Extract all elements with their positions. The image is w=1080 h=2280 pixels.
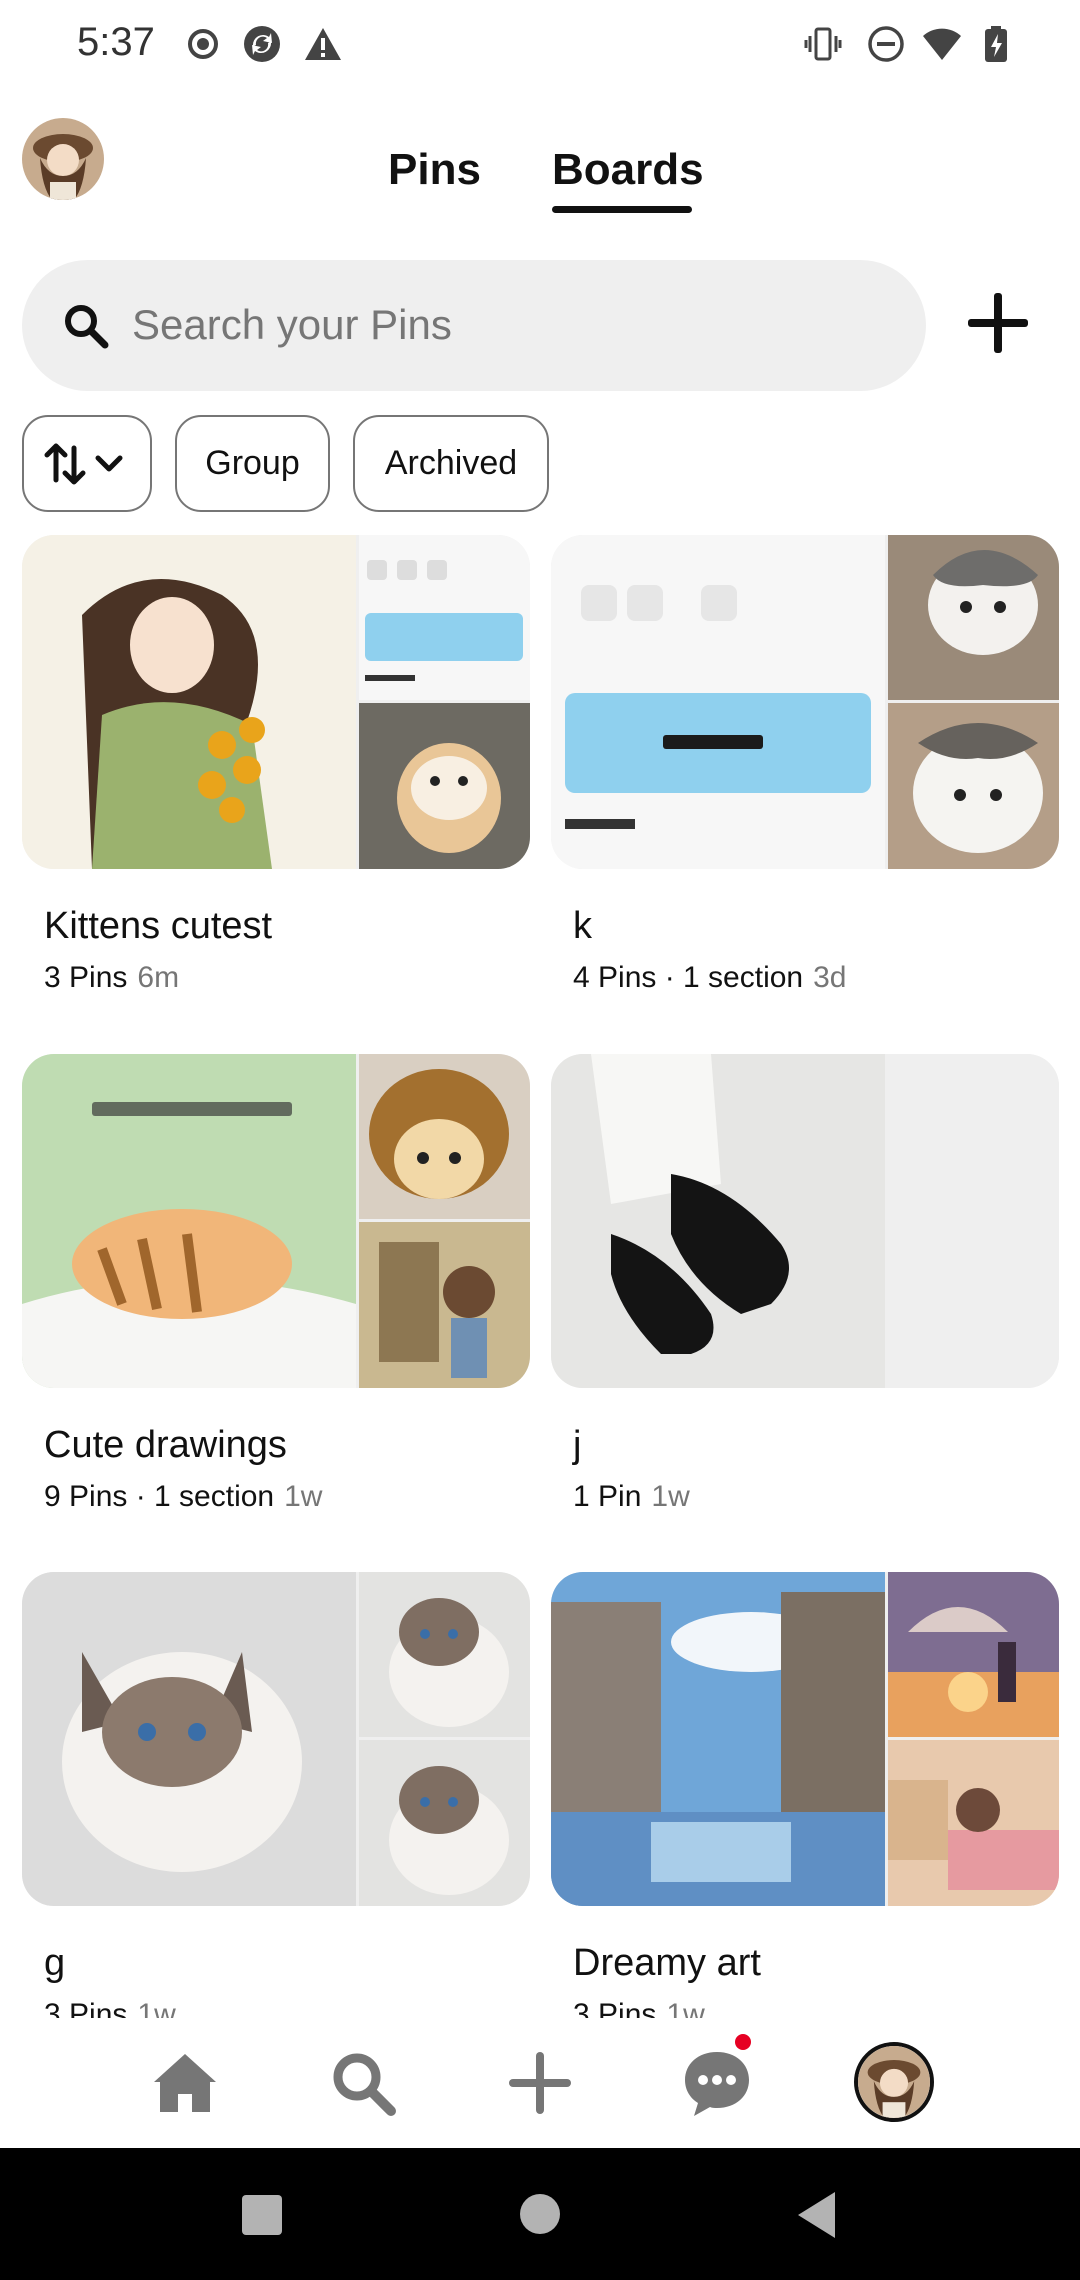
board-age: 6m [137,961,180,994]
battery-icon [985,26,1007,62]
board-pin-count: 3 Pins [44,961,128,994]
bottom-navigation [0,2018,1080,2148]
board-pin-count: 9 Pins · 1 section [44,1480,275,1513]
board-cover [551,1572,1059,1906]
sort-button[interactable] [22,415,152,512]
search-bar[interactable] [22,260,926,391]
profile-avatar[interactable] [22,118,104,200]
board-pin-count: 3 Pins [573,1998,657,2018]
status-time: 5:37 [77,20,155,64]
pin-image [551,1054,885,1388]
board-pin-count: 1 Pin [573,1480,642,1513]
recents-icon[interactable] [240,2193,284,2237]
board-meta: 9 Pins · 1 section 1w [44,1480,322,1514]
search-icon [65,305,109,349]
board-cover [551,535,1059,869]
warning-icon [305,28,341,60]
board-title: Dreamy art [573,1942,761,1984]
pin-image [359,703,530,869]
board-meta: 1 Pin 1w [573,1480,690,1514]
board-cover [22,1054,530,1388]
empty-pin-slot [888,1222,1059,1388]
board-age: 1w [137,1998,176,2018]
board-meta: 3 Pins 1w [573,1998,705,2018]
wifi-icon [923,28,961,60]
search-icon[interactable] [328,2048,398,2118]
board-card[interactable]: k 4 Pins · 1 section 3d [551,535,1059,1015]
board-age: 1w [651,1480,690,1513]
chevron-down-icon [95,455,123,471]
pin-image [22,535,356,869]
board-card[interactable]: Dreamy art 3 Pins 1w [551,1572,1059,2018]
sort-icon [44,443,123,484]
board-card[interactable]: g 3 Pins 1w [22,1572,530,2018]
home-button-icon[interactable] [518,2192,562,2236]
board-meta: 3 Pins 6m [44,961,179,995]
back-icon[interactable] [795,2190,839,2240]
pin-image [359,535,530,700]
pin-image [888,1572,1059,1737]
board-cover [551,1054,1059,1388]
pin-image [888,1740,1059,1906]
record-icon [188,29,218,59]
pin-image [359,1740,530,1906]
chip-archived[interactable]: Archived [353,415,549,512]
messages-icon[interactable] [682,2048,752,2118]
system-navigation-bar [0,2148,1080,2280]
board-age: 1w [666,1998,705,2018]
board-pin-count: 4 Pins · 1 section [573,961,804,994]
board-cover [22,1572,530,1906]
pin-image [22,1572,356,1906]
board-age: 3d [813,961,847,994]
empty-pin-slot [888,1054,1059,1219]
vibrate-icon [804,27,842,61]
pin-image [888,703,1059,869]
tab-boards[interactable]: Boards [552,145,704,195]
tab-pins[interactable]: Pins [388,145,481,195]
notification-badge [735,2034,751,2050]
board-card[interactable]: Cute drawings 9 Pins · 1 section 1w [22,1054,530,1534]
home-icon[interactable] [150,2048,220,2118]
board-title: Cute drawings [44,1424,287,1466]
profile-avatar[interactable] [854,2042,934,2122]
active-tab-indicator [552,206,692,213]
chip-group[interactable]: Group [175,415,330,512]
plus-icon[interactable] [960,285,1036,361]
pin-image [359,1222,530,1388]
board-card[interactable]: j 1 Pin 1w [551,1054,1059,1534]
pin-image [888,535,1059,700]
pin-image [359,1054,530,1219]
board-meta: 4 Pins · 1 section 3d [573,961,847,995]
pin-image [359,1572,530,1737]
pin-image [551,535,885,869]
board-cover [22,535,530,869]
board-card[interactable]: Kittens cutest 3 Pins 6m [22,535,530,1015]
status-bar: 5:37 [0,0,1080,90]
board-title: Kittens cutest [44,905,273,947]
board-pin-count: 3 Pins [44,1998,128,2018]
board-title: j [573,1424,582,1466]
search-input[interactable] [132,290,892,360]
sync-icon [244,26,280,62]
board-title: k [573,905,592,947]
pin-image [22,1054,356,1388]
pin-image [551,1572,885,1906]
create-icon[interactable] [505,2048,575,2118]
board-meta: 3 Pins 1w [44,1998,176,2018]
board-age: 1w [284,1480,323,1513]
board-title: g [44,1942,66,1984]
do-not-disturb-icon [868,26,904,62]
